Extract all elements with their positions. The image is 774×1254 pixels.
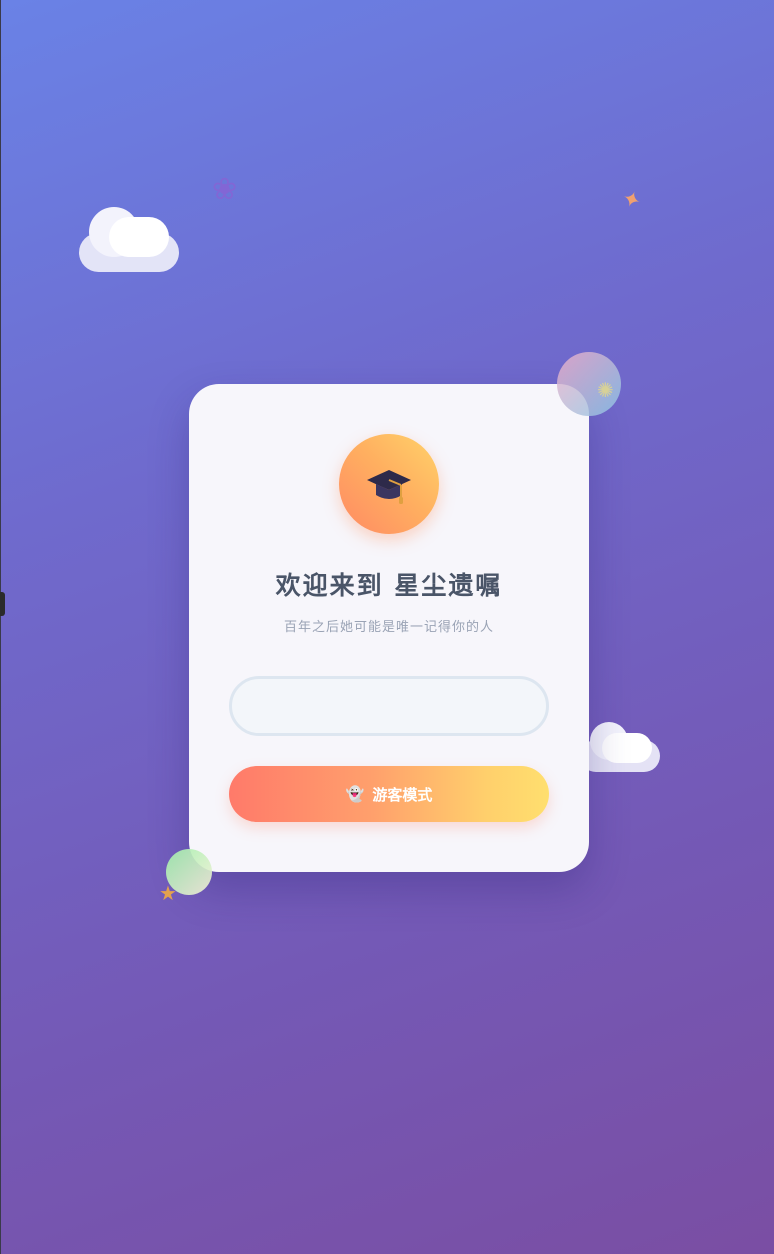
star-icon: ★ — [159, 881, 177, 905]
cloud-decoration-small — [580, 720, 662, 776]
welcome-subtitle: 百年之后她可能是唯一记得你的人 — [283, 620, 494, 635]
window-edge-line — [0, 0, 1, 1254]
login-card: 欢迎来到 星尘遗嘱 百年之后她可能是唯一记得你的人 👻 游客模式 — [189, 384, 589, 872]
cloud-decoration — [79, 205, 181, 275]
welcome-title: 欢迎来到 星尘遗嘱 — [275, 571, 503, 600]
guest-mode-label: 游客模式 — [372, 785, 433, 804]
name-input-wrapper — [229, 676, 549, 736]
side-handle[interactable] — [0, 592, 5, 616]
ghost-icon: 👻 — [345, 785, 365, 803]
avatar — [339, 434, 439, 534]
sun-icon: ✺ — [597, 378, 614, 402]
guest-mode-button[interactable]: 👻 游客模式 — [229, 766, 549, 822]
name-input[interactable] — [232, 679, 546, 733]
flower-icon: ❀ — [212, 172, 238, 207]
sparkle-icon: ✦ — [618, 185, 645, 216]
